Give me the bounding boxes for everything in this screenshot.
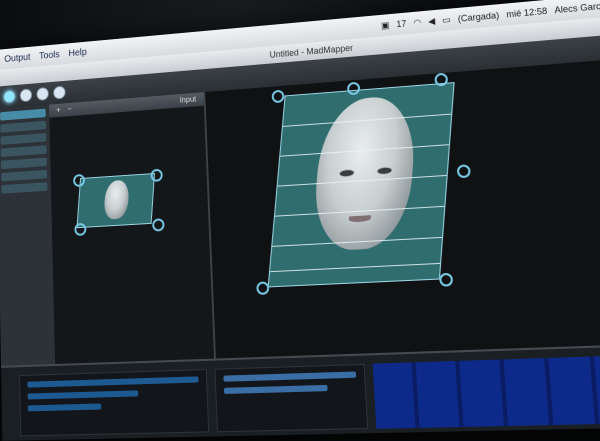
menu-tools[interactable]: Tools [39,49,60,61]
list-item[interactable] [1,182,48,194]
control-slider[interactable] [223,371,357,382]
list-item[interactable] [0,133,47,145]
status-icon[interactable]: ▣ [381,20,390,31]
pause-button[interactable] [19,88,33,103]
input-handle[interactable] [74,222,87,237]
list-item[interactable] [0,120,47,133]
timeline-panel [19,368,210,437]
mesh-handle[interactable] [438,272,454,287]
menu-output[interactable]: Output [4,52,30,64]
list-item[interactable] [0,157,47,170]
wifi-icon[interactable]: ◠ [413,17,422,28]
timeline-bar[interactable] [27,390,139,400]
battery-status: (Cargada) [457,10,500,24]
list-item[interactable] [0,108,46,121]
surface-list [0,104,56,366]
mesh-handle[interactable] [256,281,270,296]
mesh-line [269,262,441,273]
clock[interactable]: mié 12:58 [506,6,548,20]
output-quad[interactable] [267,82,455,288]
input-handle[interactable] [152,218,165,232]
input-face-image [103,179,130,220]
controls-panel [214,363,369,433]
input-panel-label: Input [179,94,197,105]
mesh-handle[interactable] [271,89,285,104]
timeline-bar[interactable] [27,376,199,388]
input-quad[interactable] [76,173,155,229]
settings-button[interactable] [53,85,66,100]
timeline-bar[interactable] [27,403,102,412]
add-icon[interactable]: + [56,104,60,117]
user-name[interactable]: Alecs García Sauri [554,0,600,15]
mode-button[interactable] [36,86,49,101]
remove-icon[interactable]: − [67,103,71,116]
play-button[interactable] [3,89,16,104]
status-code: 17 [396,18,407,30]
mesh-handle[interactable] [456,164,471,179]
screen: Output Tools Help ▣ 17 ◠ ◀ ▭ (Cargada) m… [0,0,600,441]
volume-icon[interactable]: ◀ [428,15,436,26]
output-panel [205,54,600,359]
list-item[interactable] [1,169,48,182]
media-thumbnails[interactable] [372,356,600,429]
input-handle[interactable] [150,168,163,183]
menu-help[interactable]: Help [68,47,87,59]
control-slider[interactable] [223,384,328,395]
input-panel: + − Input [49,92,216,365]
battery-icon[interactable]: ▭ [442,14,451,26]
list-item[interactable] [0,145,47,157]
